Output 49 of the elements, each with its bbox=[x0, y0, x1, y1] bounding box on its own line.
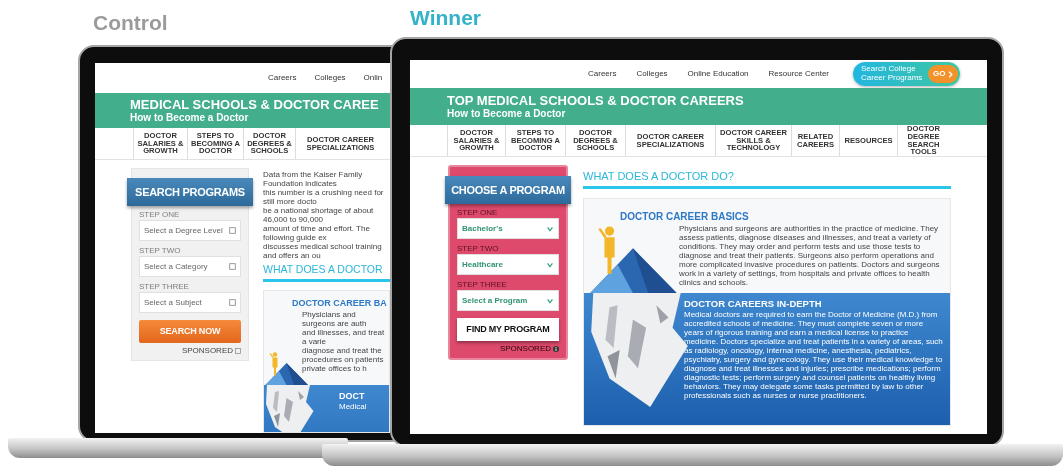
dropdown-field[interactable]: Select a Program bbox=[457, 290, 559, 311]
page-title: MEDICAL SCHOOLS & DOCTOR CAREE bbox=[130, 97, 380, 112]
search-button[interactable]: FIND MY PROGRAM bbox=[457, 318, 559, 341]
panel-heading: DOCTOR CAREERS IN-DEPTH bbox=[684, 299, 823, 310]
step-label: STEP ONE bbox=[457, 208, 499, 217]
step-label: STEP ONE bbox=[139, 210, 181, 219]
step-label: STEP TWO bbox=[457, 244, 500, 253]
sponsored-label: SPONSORED bbox=[181, 347, 233, 355]
nav-link[interactable]: Online Education bbox=[687, 69, 749, 79]
square-icon bbox=[229, 227, 236, 234]
variant-label: Winner bbox=[410, 7, 481, 28]
card-text: Physicians and surgeons are authorities in the practice of medicine. They assess patients, diagnose diseases and illnesses, and treat a variety of conditions. They may order and perform tests and use those tests to diagnose and treat their patients. Surgeons also perform operations and more complicated invasive procedures on patients. Doctors and surgeons work in a variety of settings, from hospitals and private offices to health clinics and schools. bbox=[678, 224, 941, 287]
dropdown-field[interactable]: Bachelor's bbox=[457, 218, 559, 239]
page-title: TOP MEDICAL SCHOOLS & DOCTOR CAREERS bbox=[447, 93, 745, 108]
chevron-icon bbox=[546, 260, 554, 269]
square-icon bbox=[229, 263, 236, 270]
chevron-icon bbox=[546, 224, 554, 233]
chevron-icon bbox=[546, 296, 554, 305]
nav-link[interactable]: Careers bbox=[588, 69, 617, 79]
form-title: CHOOSE A PROGRAM bbox=[445, 176, 571, 204]
info-icon bbox=[553, 346, 559, 352]
dropdown-field[interactable]: Select a Category bbox=[139, 256, 241, 277]
card-heading: DOCTOR CAREER BASICS bbox=[619, 211, 750, 222]
section-heading: WHAT DOES A DOCTOR DO? bbox=[583, 171, 951, 189]
dropdown-field[interactable]: Select a Subject bbox=[139, 292, 241, 313]
page-subtitle: How to Become a Doctor bbox=[447, 107, 567, 120]
panel-heading: DOCT bbox=[339, 391, 366, 402]
dropdown-field[interactable]: Healthcare bbox=[457, 254, 559, 275]
panel-text: Medical doctors are required to earn the Doctor of Medicine (M.D.) from accredited schools of medicine. They must complete seven or more years of rigorous training and earn a medical license to practice medicine. Doctors specialize and treat patients in a variety of areas, such as radiology, oncology, internal medicine, anesthesia, pediatrics, psychiatry, surgery and gynecology. They use their medical knowledge to diagnose and treat illnesses and injuries; prescribe medications; perform diagnostic tests; perform surgery and counsel patients on healthy living behaviors. They may delegate some tasks permitted by law to other professionals such as nurses or nurse practitioners. bbox=[684, 311, 944, 401]
panel-text: Medical bbox=[339, 403, 368, 413]
cta-text: Search College Career Programs bbox=[861, 65, 924, 83]
square-icon bbox=[229, 299, 236, 306]
nav-link[interactable]: Resource Center bbox=[768, 69, 829, 79]
intro-paragraph: Data from the Kaiser Family Foundation indicates this number is a crushing need for still more docto be a national shortage of about 46,000 to 90,000 amount of time and effort. The following guide ex discusses medical school training and offers an ou bbox=[263, 170, 385, 260]
page-subtitle: How to Become a Doctor bbox=[130, 111, 250, 124]
step-label: STEP THREE bbox=[457, 280, 508, 289]
card-heading: DOCTOR CAREER BA bbox=[291, 298, 388, 309]
sponsored-label: SPONSORED bbox=[499, 345, 551, 353]
step-label: STEP THREE bbox=[139, 282, 190, 291]
nav-link[interactable]: Careers bbox=[268, 73, 297, 83]
step-label: STEP TWO bbox=[139, 246, 182, 255]
form-title: SEARCH PROGRAMS bbox=[127, 178, 253, 206]
nav-link[interactable]: Colleges bbox=[314, 73, 346, 83]
nav-link[interactable]: Onlin bbox=[363, 73, 383, 83]
dropdown-field[interactable]: Select a Degree Level bbox=[139, 220, 241, 241]
card-text: Physicians and surgeons are auth and illnesses, and treat a varie diagnose and treat the procedures on patients private offices to h bbox=[301, 310, 386, 374]
variant-label: Control bbox=[93, 12, 168, 33]
nav-link[interactable]: Colleges bbox=[636, 69, 668, 79]
chevron-icon bbox=[948, 70, 954, 78]
